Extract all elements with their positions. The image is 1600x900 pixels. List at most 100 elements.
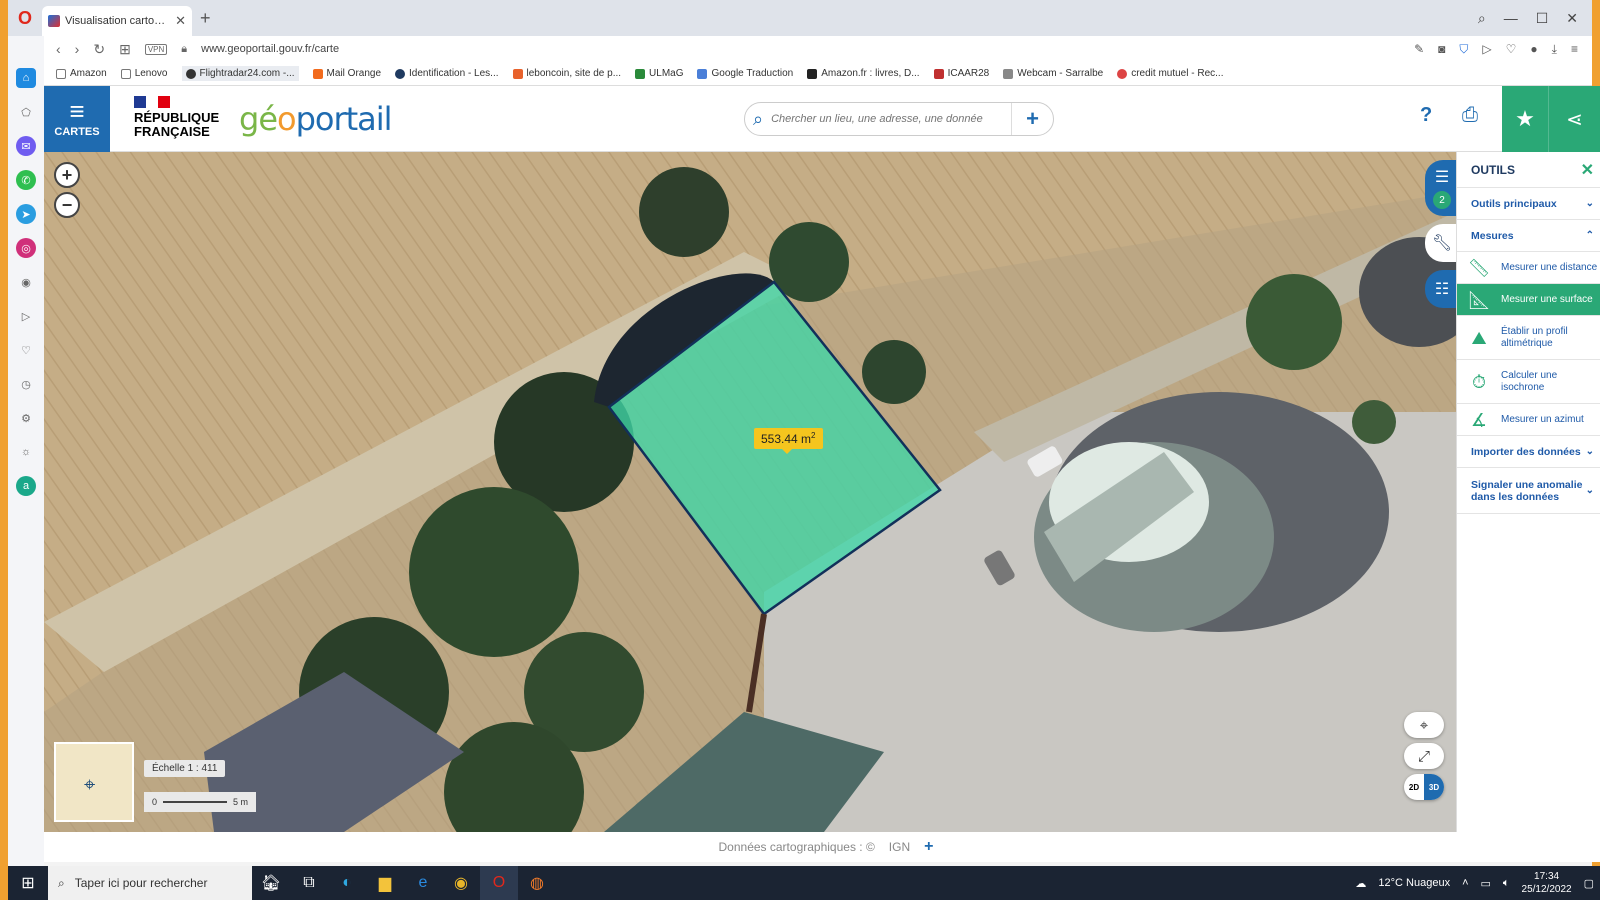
url-field[interactable]: www.geoportail.gouv.fr/carte — [201, 43, 339, 55]
minimize-icon[interactable]: — — [1504, 10, 1518, 27]
edit-icon[interactable]: ✎ — [1414, 42, 1424, 57]
section-importer-donnees[interactable]: Importer des données ⌄ — [1457, 436, 1600, 468]
tool-mesurer-surface[interactable]: 📐︎ Mesurer une surface — [1457, 284, 1600, 316]
help-button[interactable]: ? — [1420, 104, 1432, 127]
azimuth-icon: ∡ — [1470, 409, 1488, 430]
firefox-icon[interactable]: ◍ — [518, 866, 556, 900]
bookmark-mail-orange[interactable]: Mail Orange — [312, 68, 381, 79]
bookmark-icaar28[interactable]: ICAAR28 — [933, 68, 989, 79]
tools-tab[interactable]: 🔧︎ — [1425, 224, 1456, 262]
tab-geoportail[interactable]: Visualisation cartographiqu ✕ — [42, 6, 192, 36]
network-icon[interactable]: ▭ — [1481, 877, 1491, 890]
shield-icon[interactable]: ⛉ — [1459, 42, 1468, 57]
section-outils-principaux[interactable]: Outils principaux ⌄ — [1457, 188, 1600, 220]
share-button[interactable]: ⋖ — [1548, 86, 1600, 152]
opera-logo-icon[interactable]: O — [8, 8, 42, 29]
bookmark-ulmag[interactable]: ULMaG — [635, 68, 683, 79]
favorites-heart-icon[interactable]: ♡ — [16, 340, 36, 360]
legend-tab[interactable]: ☷ — [1425, 270, 1456, 308]
zoom-in-button[interactable]: + — [54, 162, 80, 188]
close-tab-icon[interactable]: ✕ — [175, 13, 186, 29]
bookmark-google-traduction[interactable]: Google Traduction — [697, 68, 793, 79]
taskbar-search[interactable]: ⌕ Taper ici pour rechercher — [48, 866, 252, 900]
republique-francaise-logo[interactable]: RÉPUBLIQUE FRANÇAISE — [134, 96, 224, 139]
speed-dial-icon[interactable]: ⬠ — [16, 102, 36, 122]
menu-icon[interactable]: ≡ — [1571, 42, 1578, 57]
weather-cloud-icon[interactable]: ☁ — [1355, 877, 1366, 890]
home-icon[interactable]: ⌂ — [16, 68, 36, 88]
overview-minimap[interactable]: ⌖ — [54, 742, 134, 822]
chrome-icon[interactable]: ◉ — [442, 866, 480, 900]
download-icon[interactable]: ⤓ — [1552, 42, 1557, 57]
zoom-out-button[interactable]: − — [54, 192, 80, 218]
tabs-grid-icon[interactable]: ⊞ — [119, 41, 131, 58]
bookmark-amazon[interactable]: Amazon — [56, 68, 107, 79]
bookmark-webcam[interactable]: Webcam - Sarralbe — [1003, 68, 1103, 79]
favorites-star-button[interactable]: ★ — [1502, 86, 1548, 152]
bookmark-leboncoin[interactable]: leboncoin, site de p... — [512, 68, 621, 79]
christmas-widget-icon[interactable]: 🏠︎ — [252, 866, 290, 900]
edge-icon[interactable]: ◐ — [328, 866, 366, 900]
player-icon[interactable]: ◉ — [16, 272, 36, 292]
tray-chevron-icon[interactable]: ˄ — [1462, 877, 1468, 889]
messenger-icon[interactable]: ✉ — [16, 136, 36, 156]
profile-icon[interactable]: ● — [1530, 42, 1537, 57]
location-target-icon: ⌖ — [84, 774, 96, 796]
new-tab-button[interactable]: + — [200, 8, 211, 29]
clock[interactable]: 17:34 25/12/2022 — [1522, 870, 1572, 896]
attribution-text: Données cartographiques : © — [718, 840, 875, 854]
geoportail-logo[interactable]: géoportail — [239, 100, 393, 138]
internet-explorer-icon[interactable]: e — [404, 866, 442, 900]
tips-lightbulb-icon[interactable]: ☼ — [16, 442, 36, 462]
attribution-source[interactable]: IGN — [889, 840, 910, 854]
flow-icon[interactable]: ▷ — [16, 306, 36, 326]
reload-icon[interactable]: ↻ — [93, 41, 105, 58]
file-explorer-icon[interactable]: ▆ — [366, 866, 404, 900]
fullscreen-button[interactable]: ⤢ — [1404, 743, 1444, 769]
vpn-badge[interactable]: VPN — [144, 43, 168, 55]
forward-icon[interactable]: › — [75, 41, 80, 57]
back-icon[interactable]: ‹ — [56, 41, 61, 57]
bookmark-flightradar[interactable]: Flightradar24.com -... — [181, 66, 299, 81]
maximize-icon[interactable]: ☐ — [1536, 10, 1549, 27]
attribution-expand-icon[interactable]: + — [924, 838, 933, 856]
search-input[interactable] — [771, 113, 1003, 125]
map-view[interactable]: + − 553.44 m2 ⌖ Échelle 1 : 411 05 m ⌖ ⤢… — [44, 152, 1456, 832]
tool-profil-altimetrique[interactable]: ⛰︎ Établir un profil altimétrique — [1457, 316, 1600, 360]
search-icon[interactable]: ⌕ — [753, 109, 763, 130]
send-icon[interactable]: ▷ — [1482, 42, 1491, 57]
tool-mesurer-distance[interactable]: 📏︎ Mesurer une distance — [1457, 252, 1600, 284]
section-signaler-anomalie[interactable]: Signaler une anomalie dans les données ⌄ — [1457, 468, 1600, 514]
aria-icon[interactable]: a — [16, 476, 36, 496]
tool-calculer-isochrone[interactable]: ⏱︎ Calculer une isochrone — [1457, 360, 1600, 404]
address-bar-actions: ✎ ◙ ⛉ ▷ ♡ ● ⤓ ≡ — [1414, 42, 1592, 57]
windows-start-icon[interactable]: ⊞ — [8, 873, 48, 893]
volume-icon[interactable]: 🔈︎ — [1503, 877, 1510, 890]
advanced-search-plus-icon[interactable]: + — [1011, 103, 1053, 135]
search-tabs-icon[interactable]: ⌕ — [1478, 10, 1486, 27]
section-mesures[interactable]: Mesures ⌃ — [1457, 220, 1600, 252]
tool-mesurer-azimut[interactable]: ∡ Mesurer un azimut — [1457, 404, 1600, 436]
close-tools-icon[interactable]: ✕ — [1581, 160, 1594, 180]
heart-icon[interactable]: ♡ — [1506, 42, 1517, 57]
camera-icon[interactable]: ◙ — [1438, 42, 1445, 57]
whatsapp-icon[interactable]: ✆ — [16, 170, 36, 190]
bookmark-identification[interactable]: Identification - Les... — [395, 68, 499, 79]
bookmark-credit-mutuel[interactable]: credit mutuel - Rec... — [1117, 68, 1223, 79]
bookmark-amazon-fr[interactable]: Amazon.fr : livres, D... — [807, 68, 920, 79]
task-view-icon[interactable]: ⧉ — [290, 866, 328, 900]
settings-gear-icon[interactable]: ⚙ — [16, 408, 36, 428]
mode-2d-button[interactable]: 2D — [1404, 774, 1424, 800]
layers-tab[interactable]: ☰ 2 — [1425, 160, 1456, 216]
geolocate-button[interactable]: ⌖ — [1404, 712, 1444, 738]
telegram-icon[interactable]: ➤ — [16, 204, 36, 224]
notifications-icon[interactable]: ▢ — [1584, 877, 1594, 890]
history-icon[interactable]: ◷ — [16, 374, 36, 394]
print-icon[interactable]: ⎙ — [1462, 104, 1478, 127]
cartes-menu-button[interactable]: ≡ CARTES — [44, 86, 110, 152]
weather-text[interactable]: 12°C Nuageux — [1378, 877, 1450, 889]
close-window-icon[interactable]: ✕ — [1566, 10, 1578, 27]
opera-taskbar-icon[interactable]: O — [480, 866, 518, 900]
bookmark-lenovo[interactable]: Lenovo — [120, 68, 168, 79]
instagram-icon[interactable]: ◎ — [16, 238, 36, 258]
